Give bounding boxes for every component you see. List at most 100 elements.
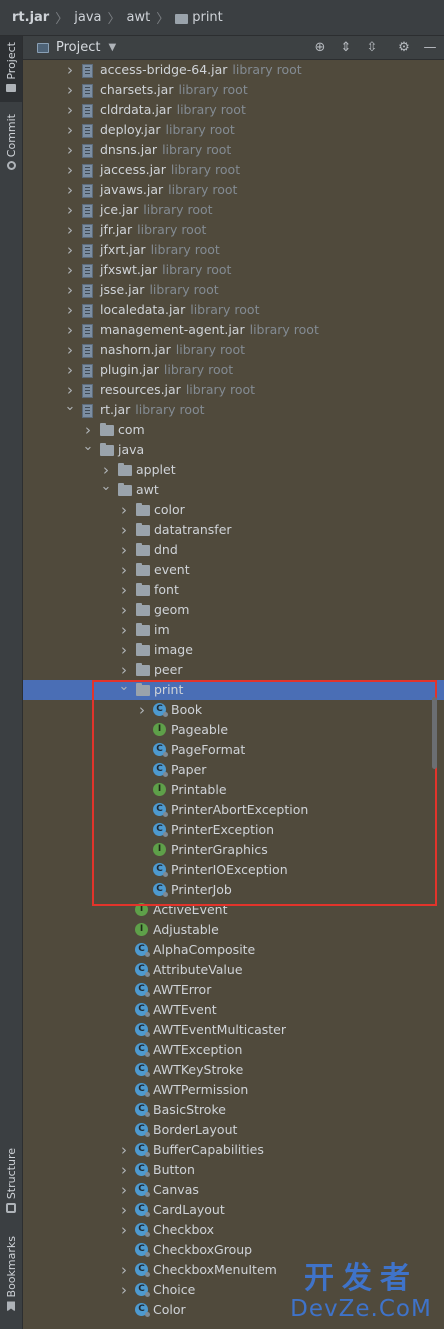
tree-row[interactable]: peer	[23, 660, 444, 680]
tree-row[interactable]: CCardLayout	[23, 1200, 444, 1220]
chevron-right-icon[interactable]	[64, 340, 76, 360]
chevron-right-icon[interactable]	[118, 520, 130, 540]
tree-row[interactable]: jaccess.jar library root	[23, 160, 444, 180]
collapse-all-icon[interactable]: ⇳	[364, 40, 380, 56]
tree-row[interactable]: cldrdata.jar library root	[23, 100, 444, 120]
tree-row[interactable]: C AWTEvent	[23, 1000, 444, 1020]
tree-row[interactable]: jfxrt.jar library root	[23, 240, 444, 260]
chevron-right-icon[interactable]	[64, 180, 76, 200]
chevron-right-icon[interactable]	[118, 600, 130, 620]
tree-row[interactable]: jce.jar library root	[23, 200, 444, 220]
tree-row[interactable]: C AlphaComposite	[23, 940, 444, 960]
bookmarks-tool-tab[interactable]: Bookmarks	[0, 1236, 22, 1322]
tree-row[interactable]: I ActiveEvent	[23, 900, 444, 920]
chevron-right-icon[interactable]	[64, 120, 76, 140]
tree-row[interactable]: datatransfer	[23, 520, 444, 540]
tree-row[interactable]: C Paper	[23, 760, 444, 780]
tree-row[interactable]: I Adjustable	[23, 920, 444, 940]
chevron-right-icon[interactable]	[118, 1280, 130, 1300]
chevron-right-icon[interactable]	[118, 560, 130, 580]
tree-row[interactable]: C AWTKeyStroke	[23, 1060, 444, 1080]
chevron-right-icon[interactable]	[64, 220, 76, 240]
tree-row[interactable]: color	[23, 500, 444, 520]
tree-row[interactable]: CButton	[23, 1160, 444, 1180]
breadcrumb-item-print[interactable]: print	[192, 10, 223, 25]
chevron-down-icon[interactable]	[118, 680, 130, 700]
tree-row[interactable]: charsets.jar library root	[23, 80, 444, 100]
expand-all-icon[interactable]: ⇕	[338, 40, 354, 56]
tree-row[interactable]: jsse.jar library root	[23, 280, 444, 300]
chevron-right-icon[interactable]	[64, 280, 76, 300]
chevron-right-icon[interactable]	[118, 580, 130, 600]
chevron-right-icon[interactable]	[118, 540, 130, 560]
tree-row[interactable]: C AWTError	[23, 980, 444, 1000]
tree-row[interactable]: CCanvas	[23, 1180, 444, 1200]
tree-row[interactable]: applet	[23, 460, 444, 480]
chevron-right-icon[interactable]	[64, 380, 76, 400]
tree-row[interactable]: C CheckboxGroup	[23, 1240, 444, 1260]
chevron-right-icon[interactable]	[100, 460, 112, 480]
tree-row[interactable]: C PrinterException	[23, 820, 444, 840]
structure-tool-tab[interactable]: Structure	[0, 1148, 22, 1224]
tree-row[interactable]: plugin.jar library root	[23, 360, 444, 380]
chevron-right-icon[interactable]	[82, 420, 94, 440]
tree-row[interactable]: C BasicStroke	[23, 1100, 444, 1120]
chevron-right-icon[interactable]	[118, 1220, 130, 1240]
tree-row[interactable]: font	[23, 580, 444, 600]
chevron-right-icon[interactable]	[64, 140, 76, 160]
tree-row[interactable]: C AWTException	[23, 1040, 444, 1060]
commit-tool-tab[interactable]: Commit	[0, 114, 22, 176]
chevron-right-icon[interactable]	[64, 200, 76, 220]
tree-row[interactable]: C PageFormat	[23, 740, 444, 760]
tree-row[interactable]: C BorderLayout	[23, 1120, 444, 1140]
chevron-right-icon[interactable]	[118, 620, 130, 640]
chevron-right-icon[interactable]	[64, 300, 76, 320]
project-tool-tab[interactable]: Project	[0, 36, 22, 102]
tree-row[interactable]: resources.jar library root	[23, 380, 444, 400]
chevron-right-icon[interactable]	[64, 160, 76, 180]
tree-row[interactable]: CBook	[23, 700, 444, 720]
chevron-down-icon[interactable]	[100, 480, 112, 500]
tree-row[interactable]: C AWTEventMulticaster	[23, 1020, 444, 1040]
chevron-right-icon[interactable]	[118, 640, 130, 660]
chevron-right-icon[interactable]	[118, 1160, 130, 1180]
tree-row[interactable]: im	[23, 620, 444, 640]
chevron-right-icon[interactable]	[64, 60, 76, 80]
breadcrumb-item-awt[interactable]: awt	[127, 10, 151, 25]
tree-row[interactable]: deploy.jar library root	[23, 120, 444, 140]
chevron-right-icon[interactable]	[64, 320, 76, 340]
chevron-right-icon[interactable]	[118, 660, 130, 680]
panel-title[interactable]: Project	[56, 40, 100, 55]
breadcrumb-item-java[interactable]: java	[74, 10, 101, 25]
tree-row[interactable]: C PrinterAbortException	[23, 800, 444, 820]
scrollbar-thumb[interactable]	[432, 697, 437, 769]
locate-icon[interactable]: ⊕	[312, 40, 328, 56]
tree-row[interactable]: javaws.jar library root	[23, 180, 444, 200]
tree-row[interactable]: rt.jar library root	[23, 400, 444, 420]
chevron-right-icon[interactable]	[64, 240, 76, 260]
chevron-right-icon[interactable]	[64, 100, 76, 120]
tree-row[interactable]: I Pageable	[23, 720, 444, 740]
tree-row[interactable]: C PrinterJob	[23, 880, 444, 900]
tree-row[interactable]: CCheckbox	[23, 1220, 444, 1240]
chevron-down-icon[interactable]: ▼	[108, 42, 116, 53]
chevron-right-icon[interactable]	[64, 360, 76, 380]
chevron-down-icon[interactable]	[82, 440, 94, 460]
chevron-down-icon[interactable]	[64, 400, 76, 420]
tree-row[interactable]: localedata.jar library root	[23, 300, 444, 320]
tree-row[interactable]: I PrinterGraphics	[23, 840, 444, 860]
tree-row[interactable]: nashorn.jar library root	[23, 340, 444, 360]
tree-row[interactable]: image	[23, 640, 444, 660]
tree-row[interactable]: I Printable	[23, 780, 444, 800]
chevron-right-icon[interactable]	[118, 1260, 130, 1280]
tree-row[interactable]: java	[23, 440, 444, 460]
tree-row[interactable]: C AttributeValue	[23, 960, 444, 980]
chevron-right-icon[interactable]	[118, 1140, 130, 1160]
tree-row[interactable]: com	[23, 420, 444, 440]
chevron-right-icon[interactable]	[118, 1180, 130, 1200]
chevron-right-icon[interactable]	[118, 1200, 130, 1220]
chevron-right-icon[interactable]	[136, 700, 148, 720]
chevron-right-icon[interactable]	[118, 500, 130, 520]
tree-row[interactable]: C PrinterIOException	[23, 860, 444, 880]
tree-row[interactable]: dnsns.jar library root	[23, 140, 444, 160]
